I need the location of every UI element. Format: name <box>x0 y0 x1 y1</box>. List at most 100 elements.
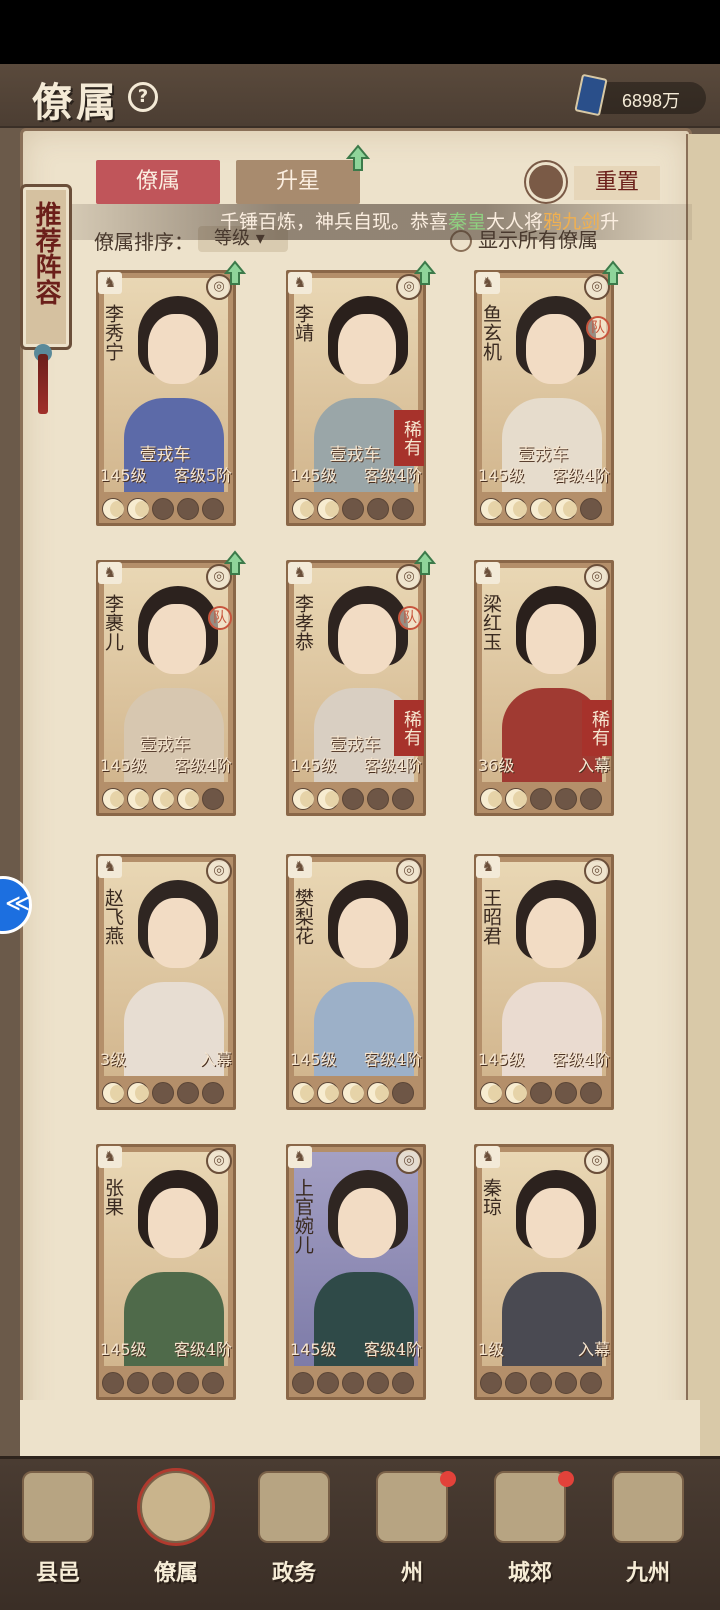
class-icon: ◎ <box>206 858 232 884</box>
currency-display[interactable]: 6898万 <box>574 73 706 117</box>
broadcast-prefix: 千锤百炼，神兵自现。恭喜 <box>220 211 449 233</box>
nav-label: 城郊 <box>507 1560 552 1586</box>
broadcast-item: 鸦九剑 <box>543 211 601 233</box>
moon-star-empty-icon <box>177 498 199 520</box>
faction-icon: ♞ <box>98 272 122 294</box>
retainer-card[interactable]: ♞ ◎ 鱼玄机队壹戎车 145级 客级4阶 <box>474 260 624 526</box>
nav-building-icon <box>22 1471 94 1543</box>
moon-star-empty-icon <box>127 1372 149 1394</box>
panel-page-edge <box>686 134 720 1494</box>
moon-star-empty-icon <box>480 1372 502 1394</box>
moon-star-empty-icon <box>555 1082 577 1104</box>
moon-star-empty-icon <box>555 1372 577 1394</box>
retainer-card[interactable]: ♞ ◎ 秦琼 1级 入幕 <box>474 1144 614 1400</box>
reset-button[interactable]: 重置 <box>526 162 662 204</box>
retainer-card[interactable]: ♞ ◎ 梁红玉 稀有 36级 入幕 <box>474 560 614 816</box>
team-badge: 队 <box>586 316 610 340</box>
nav-item-1[interactable]: 僚属 <box>126 1471 226 1607</box>
rank-label: 客级4阶 <box>363 1340 422 1359</box>
portrait-face <box>338 314 396 384</box>
nav-label: 僚属 <box>153 1560 198 1586</box>
currency-value: 6898万 <box>622 91 681 111</box>
level-label: 145级 <box>290 1340 337 1359</box>
moon-star-empty-icon <box>392 1372 414 1394</box>
star-row <box>102 1082 230 1104</box>
retainer-card[interactable]: ♞ ◎ 李靖 稀有 壹戎车 145级 客级4阶 <box>286 260 436 526</box>
rank-label: 客级5阶 <box>173 466 232 485</box>
team-badge: 队 <box>398 606 422 630</box>
rank-label: 客级4阶 <box>363 1050 422 1069</box>
recommend-lineup-label: 推荐阵容 <box>31 201 61 305</box>
moon-star-filled-icon <box>102 1082 124 1104</box>
retainer-card[interactable]: ♞ ◎ 上官婉儿 145级 客级4阶 <box>286 1144 426 1400</box>
nav-item-4[interactable]: 城郊 <box>480 1471 580 1607</box>
broadcast-middle: 大人将 <box>486 211 544 233</box>
upgrade-arrow-icon <box>346 144 370 171</box>
moon-star-empty-icon <box>580 1372 602 1394</box>
moon-star-empty-icon <box>202 788 224 810</box>
upgrade-arrow-icon <box>224 550 246 575</box>
moon-star-empty-icon <box>317 1372 339 1394</box>
retainer-card[interactable]: ♞ ◎ 李孝恭队稀有 壹戎车 145级 客级4阶 <box>286 550 436 816</box>
page-title: 僚属 <box>32 79 120 126</box>
retainer-name: 李靖 <box>292 304 314 342</box>
moon-star-empty-icon <box>392 498 414 520</box>
moon-star-filled-icon <box>292 788 314 810</box>
level-label: 145级 <box>100 756 147 775</box>
faction-icon: ♞ <box>288 562 312 584</box>
faction-icon: ♞ <box>476 1146 500 1168</box>
portrait-face <box>148 604 206 674</box>
tab-star-up[interactable]: 升星 <box>236 160 360 204</box>
moon-star-filled-icon <box>127 1082 149 1104</box>
portrait-face <box>526 314 584 384</box>
retainer-card[interactable]: ♞ ◎ 李秀宁 壹戎车 145级 客级5阶 <box>96 260 246 526</box>
star-row <box>102 1372 230 1394</box>
star-row <box>292 788 420 810</box>
moon-star-empty-icon <box>530 1372 552 1394</box>
class-icon: ◎ <box>584 858 610 884</box>
moon-star-filled-icon <box>102 788 124 810</box>
star-row <box>480 1372 608 1394</box>
moon-star-empty-icon <box>202 1082 224 1104</box>
moon-star-empty-icon <box>392 788 414 810</box>
rank-label: 入幕 <box>577 1340 610 1359</box>
moon-star-empty-icon <box>367 498 389 520</box>
retainer-card[interactable]: ♞ ◎ 李裹儿队壹戎车 145级 客级4阶 <box>96 550 246 816</box>
reset-icon <box>526 162 566 202</box>
moon-star-empty-icon <box>177 1082 199 1104</box>
level-label: 145级 <box>290 756 337 775</box>
rank-label: 客级4阶 <box>551 1050 610 1069</box>
portrait-face <box>526 604 584 674</box>
nav-item-0[interactable]: 县邑 <box>8 1471 108 1607</box>
retainer-name: 李孝恭 <box>292 594 314 651</box>
notification-dot <box>558 1471 574 1487</box>
retainer-name: 鱼玄机 <box>480 304 502 361</box>
faction-icon: ♞ <box>288 1146 312 1168</box>
portrait-face <box>338 1188 396 1258</box>
moon-star-filled-icon <box>480 788 502 810</box>
nav-item-5[interactable]: 九州 <box>598 1471 698 1607</box>
question-circle-icon[interactable]: ? <box>128 82 158 112</box>
moon-star-filled-icon <box>127 788 149 810</box>
retainer-card[interactable]: ♞ ◎ 王昭君 145级 客级4阶 <box>474 854 614 1110</box>
retainer-name: 梁红玉 <box>480 594 502 651</box>
portrait-face <box>148 314 206 384</box>
nav-item-2[interactable]: 政务 <box>244 1471 344 1607</box>
moon-star-empty-icon <box>580 1082 602 1104</box>
moon-star-filled-icon <box>177 788 199 810</box>
moon-star-empty-icon <box>530 788 552 810</box>
moon-star-empty-icon <box>152 498 174 520</box>
recommend-lineup-button[interactable]: 推荐阵容 <box>20 184 72 350</box>
class-icon: ◎ <box>584 564 610 590</box>
retainer-card[interactable]: ♞ ◎ 樊梨花 145级 客级4阶 <box>286 854 426 1110</box>
retainer-card[interactable]: ♞ ◎ 张果 145级 客级4阶 <box>96 1144 236 1400</box>
rarity-badge: 稀有 <box>582 700 612 756</box>
team-badge: 队 <box>208 606 232 630</box>
retainer-card[interactable]: ♞ ◎ 赵飞燕 3级 入幕 <box>96 854 236 1110</box>
moon-star-filled-icon <box>317 498 339 520</box>
nav-item-3[interactable]: 州 <box>362 1471 462 1607</box>
bottom-nav: 县邑 僚属 政务 州 城郊 九州 <box>0 1456 720 1610</box>
tab-retainers[interactable]: 僚属 <box>96 160 220 204</box>
moon-star-empty-icon <box>505 1372 527 1394</box>
nav-label: 九州 <box>625 1560 670 1586</box>
